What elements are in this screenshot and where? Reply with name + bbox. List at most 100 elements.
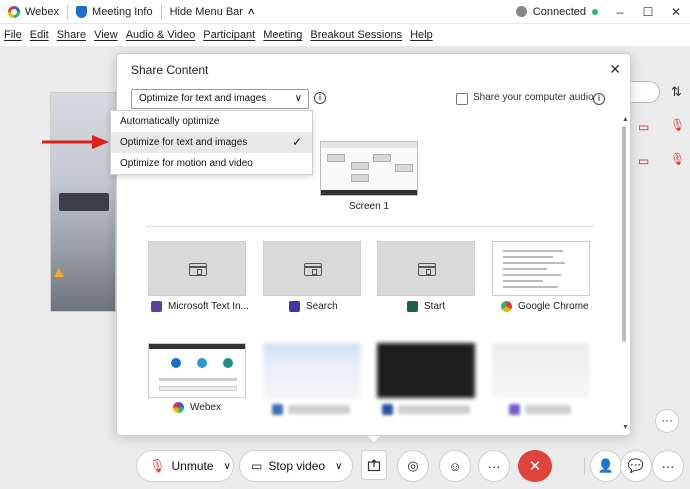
share-button[interactable] xyxy=(361,450,387,480)
chat-button[interactable]: 💬 xyxy=(620,450,652,482)
record-button[interactable]: ◎ xyxy=(397,450,429,482)
blurred-app-icon xyxy=(382,404,393,415)
toolbar-separator xyxy=(584,457,585,475)
app-tile-blurred[interactable] xyxy=(263,343,361,398)
participant-more-button[interactable]: ··· xyxy=(655,409,679,433)
optimize-select[interactable]: Optimize for text and images ∨ xyxy=(131,89,309,109)
hide-menu-bar-button[interactable]: Hide Menu Bar ∧ xyxy=(162,0,263,24)
scroll-up-icon[interactable]: ▲ xyxy=(622,116,629,123)
dropdown-option-auto[interactable]: Automatically optimize xyxy=(111,111,312,132)
menu-bar: File Edit Share View Audio & Video Parti… xyxy=(0,24,690,46)
sort-icon[interactable]: ⇅ xyxy=(671,84,682,100)
shield-icon xyxy=(76,5,88,18)
menu-file[interactable]: File xyxy=(0,29,26,41)
menu-view[interactable]: View xyxy=(90,29,122,41)
screen-thumb-box xyxy=(373,154,391,162)
menu-audio-video[interactable]: Audio & Video xyxy=(122,29,200,41)
share-audio-checkbox[interactable] xyxy=(456,93,468,105)
dropdown-option-text-images[interactable]: Optimize for text and images ✓ xyxy=(111,132,312,153)
blurred-app-icon xyxy=(272,404,283,415)
menu-breakout-sessions[interactable]: Breakout Sessions xyxy=(306,29,406,41)
screen-thumb-box xyxy=(351,162,369,170)
blurred-app-label xyxy=(288,405,350,414)
blurred-app-label xyxy=(398,405,470,414)
minimize-button[interactable]: – xyxy=(606,5,634,19)
smiley-icon: ☺ xyxy=(448,458,462,474)
close-icon: ✕ xyxy=(528,458,542,475)
scrollbar-thumb[interactable] xyxy=(622,126,626,342)
menu-edit[interactable]: Edit xyxy=(26,29,53,41)
maximize-button[interactable]: ☐ xyxy=(634,5,662,19)
chevron-down-icon[interactable]: ∨ xyxy=(224,461,231,472)
end-meeting-button[interactable]: ✕ xyxy=(518,450,552,482)
meeting-info-label: Meeting Info xyxy=(92,5,153,18)
more-options-button[interactable]: ··· xyxy=(478,450,510,482)
thumb-line xyxy=(503,286,558,288)
connection-icon xyxy=(515,6,527,17)
window-icon xyxy=(189,263,207,276)
thumb-line xyxy=(503,268,547,270)
app-label-search: Search xyxy=(289,301,338,312)
screen-thumb-taskbar xyxy=(321,190,417,195)
chrome-icon xyxy=(501,301,512,312)
chat-bubble-icon: 💬 xyxy=(627,458,645,473)
stop-video-label: Stop video xyxy=(268,459,326,473)
app-label-text: Webex xyxy=(190,402,221,413)
more-icon: ··· xyxy=(661,458,675,474)
unmute-button[interactable]: 🎙 Unmute ∨ xyxy=(136,450,234,482)
meeting-info-button[interactable]: Meeting Info xyxy=(68,0,161,24)
screen-1-thumbnail[interactable] xyxy=(320,141,418,196)
app-label-text: Google Chrome xyxy=(518,301,589,312)
participant-video xyxy=(50,92,116,312)
blurred-app-label xyxy=(525,405,571,414)
window-icon xyxy=(418,263,436,276)
webex-icon xyxy=(173,402,184,413)
chevron-down-icon: ∨ xyxy=(294,93,302,104)
reactions-button[interactable]: ☺ xyxy=(439,450,471,482)
hide-menu-bar-label: Hide Menu Bar xyxy=(169,5,243,18)
app-tile-blurred[interactable] xyxy=(377,343,475,398)
chevron-down-icon[interactable]: ∨ xyxy=(335,461,342,472)
menu-help[interactable]: Help xyxy=(406,29,437,41)
share-icon xyxy=(367,459,381,472)
person-icon: 👤 xyxy=(597,458,615,473)
red-arrow-icon xyxy=(42,135,109,149)
app-title: Webex xyxy=(0,0,67,24)
menu-meeting[interactable]: Meeting xyxy=(259,29,306,41)
app-tile-start[interactable] xyxy=(377,241,475,296)
app-tile-webex[interactable] xyxy=(148,343,246,398)
scroll-down-icon[interactable]: ▼ xyxy=(622,424,629,431)
app-tile-search[interactable] xyxy=(263,241,361,296)
menu-share[interactable]: Share xyxy=(53,29,90,41)
optimize-select-value: Optimize for text and images xyxy=(139,93,267,104)
thumb-line xyxy=(503,262,565,264)
camera-icon: ▭ xyxy=(638,154,650,168)
search-app-icon xyxy=(289,301,300,312)
video-camera-icon: ▭ xyxy=(251,459,263,473)
panel-more-button[interactable]: ··· xyxy=(652,450,684,482)
thumb-line xyxy=(503,256,553,258)
optimize-dropdown-list: Automatically optimize Optimize for text… xyxy=(110,110,313,175)
screen-thumb-bar xyxy=(321,142,417,148)
dropdown-option-motion-video[interactable]: Optimize for motion and video xyxy=(111,153,312,174)
app-tile-chrome[interactable] xyxy=(492,241,590,296)
thumb-circle xyxy=(197,358,207,368)
checkmark-icon: ✓ xyxy=(291,135,302,149)
menu-participant[interactable]: Participant xyxy=(199,29,259,41)
optimize-info-icon[interactable]: i xyxy=(314,92,326,104)
stop-video-button[interactable]: ▭ Stop video ∨ xyxy=(239,450,353,482)
app-label-start: Start xyxy=(407,301,445,312)
screen-thumb-box xyxy=(327,154,345,162)
dialog-close-button[interactable]: ✕ xyxy=(609,61,621,78)
blurred-app-icon xyxy=(509,404,520,415)
close-window-button[interactable]: ✕ xyxy=(662,5,690,19)
app-label-text: Search xyxy=(306,301,338,312)
app-tile-blurred[interactable] xyxy=(492,343,590,398)
app-label-chrome: Google Chrome xyxy=(501,301,589,312)
participants-button[interactable]: 👤 xyxy=(590,450,622,482)
unmute-label: Unmute xyxy=(171,459,214,473)
camera-icon: ▭ xyxy=(638,120,650,134)
warning-icon xyxy=(54,268,64,277)
audio-info-icon[interactable]: i xyxy=(593,93,605,105)
app-tile-text-input[interactable] xyxy=(148,241,246,296)
